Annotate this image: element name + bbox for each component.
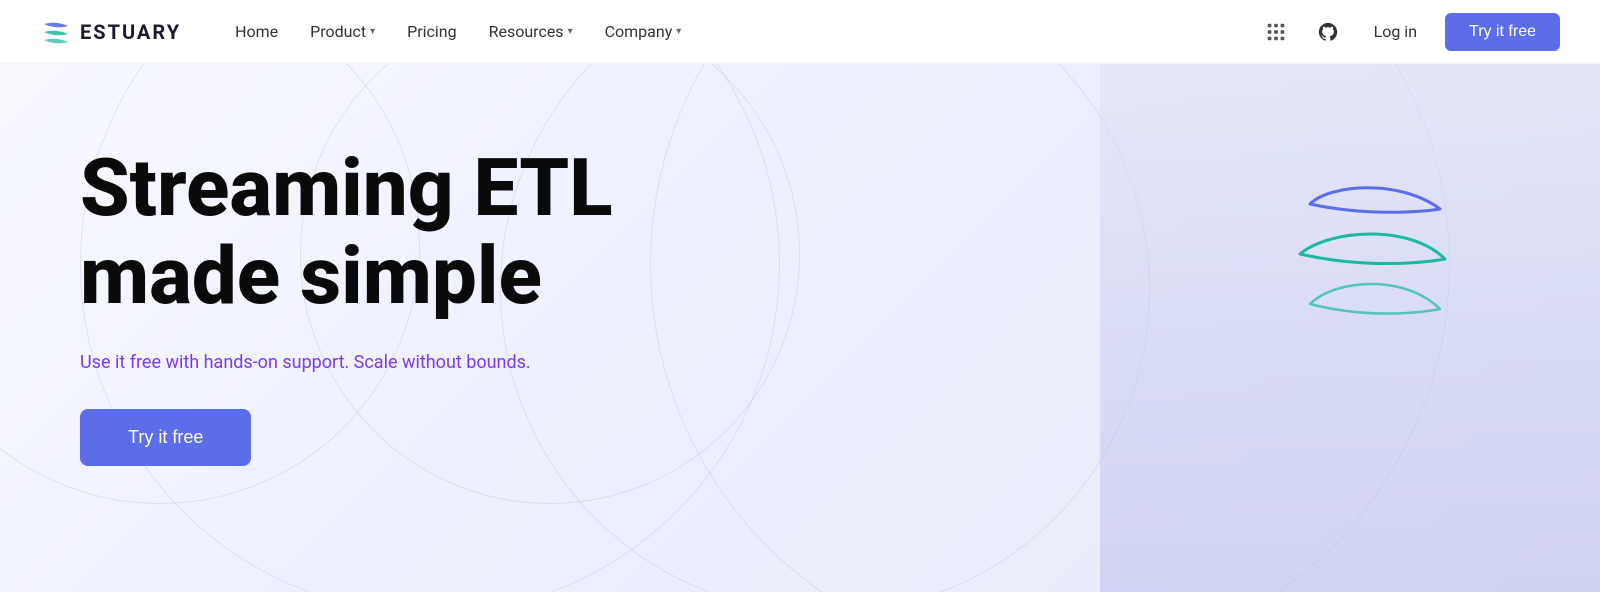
nav-company[interactable]: Company ▾ [591, 14, 696, 49]
slack-icon [1265, 21, 1287, 43]
logo[interactable]: ESTUARY [40, 16, 181, 48]
nav-pricing[interactable]: Pricing [393, 14, 471, 49]
logo-icon [40, 16, 72, 48]
nav-right-actions: Log in Try it free [1258, 13, 1560, 51]
nav-product[interactable]: Product ▾ [296, 14, 389, 49]
hero-subtitle: Use it free with hands-on support. Scale… [80, 352, 620, 373]
chevron-down-icon: ▾ [676, 26, 681, 37]
chevron-down-icon: ▾ [568, 26, 573, 37]
hero-title: Streaming ETL made simple [80, 144, 620, 320]
slack-icon-button[interactable] [1258, 14, 1294, 50]
nav-links: Home Product ▾ Pricing Resources ▾ Compa… [221, 14, 1258, 49]
nav-home[interactable]: Home [221, 14, 292, 49]
chevron-down-icon: ▾ [370, 26, 375, 37]
hero-logo-decoration [1280, 164, 1460, 388]
hero-content: Streaming ETL made simple Use it free wi… [0, 64, 700, 526]
navbar: ESTUARY Home Product ▾ Pricing Resources… [0, 0, 1600, 64]
hero-logo-svg [1280, 164, 1460, 384]
try-it-free-hero-button[interactable]: Try it free [80, 409, 251, 466]
nav-resources[interactable]: Resources ▾ [475, 14, 587, 49]
github-icon [1317, 21, 1339, 43]
try-it-free-nav-button[interactable]: Try it free [1445, 13, 1560, 51]
github-icon-button[interactable] [1310, 14, 1346, 50]
hero-section: Streaming ETL made simple Use it free wi… [0, 64, 1600, 592]
brand-name: ESTUARY [80, 20, 181, 44]
login-link[interactable]: Log in [1362, 14, 1429, 49]
